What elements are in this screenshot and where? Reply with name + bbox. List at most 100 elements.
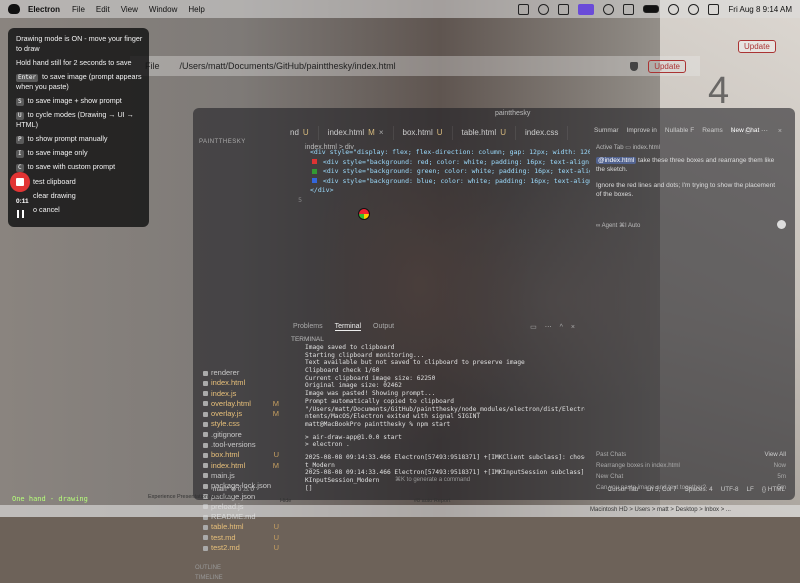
status-item[interactable]: Ln 5, Col 7 bbox=[646, 486, 676, 493]
apple-icon[interactable] bbox=[8, 4, 20, 14]
file-tree-item[interactable]: overlay.html M bbox=[193, 399, 283, 409]
file-icon bbox=[203, 370, 208, 376]
terminal-line: > air-draw-app@1.0.0 start bbox=[305, 433, 402, 441]
menubar-app-name[interactable]: Electron bbox=[28, 5, 60, 14]
menu-view[interactable]: View bbox=[121, 5, 138, 14]
code-line[interactable]: <div style="background: red; color: whit… bbox=[290, 158, 590, 168]
color-swatch-icon[interactable] bbox=[312, 159, 317, 164]
code-line[interactable]: <div style="display: flex; flex-directio… bbox=[290, 148, 590, 158]
file-status: M bbox=[272, 460, 279, 470]
file-tree-item[interactable]: table.html U bbox=[193, 522, 283, 532]
past-chat-item[interactable]: Rearrange boxes in index.html Now bbox=[596, 460, 786, 471]
file-name: overlay.html bbox=[211, 398, 251, 408]
file-tree-item[interactable]: style.css bbox=[193, 419, 283, 429]
status-icon[interactable] bbox=[538, 3, 550, 15]
code-line[interactable]: 5 bbox=[290, 196, 590, 206]
terminal-label: TERMINAL bbox=[291, 336, 324, 343]
tab-editor[interactable]: index.css bbox=[516, 126, 569, 140]
wifi-icon[interactable] bbox=[668, 3, 680, 15]
tab-output[interactable]: Output bbox=[373, 323, 394, 331]
menubar-clock[interactable]: Fri Aug 8 9:14 AM bbox=[728, 5, 792, 14]
stop-recording-button[interactable] bbox=[10, 172, 30, 192]
status-icon[interactable] bbox=[603, 3, 615, 15]
file-name: test.md bbox=[211, 532, 236, 542]
file-tree-item[interactable]: index.html bbox=[193, 378, 283, 388]
code-line[interactable]: <div style="background: green; color: wh… bbox=[290, 167, 590, 177]
tab-editor[interactable]: index.html M × bbox=[319, 126, 394, 140]
panel-controls[interactable]: ▭ ⋯ ^ × bbox=[530, 323, 578, 331]
file-status: U bbox=[273, 532, 279, 542]
chat-message[interactable]: @index.html take these three boxes and r… bbox=[596, 156, 781, 206]
file-tree-item[interactable]: renderer bbox=[193, 368, 283, 378]
file-tree-item[interactable]: test.md U bbox=[193, 533, 283, 543]
line-number: 5 bbox=[298, 195, 302, 204]
color-swatch-icon[interactable] bbox=[312, 168, 317, 174]
status-icon[interactable] bbox=[518, 3, 530, 15]
chat-tab[interactable]: Reams bbox=[702, 127, 723, 134]
chat-controls[interactable]: + ◷ ⋯ × bbox=[731, 127, 786, 135]
color-swatch-icon[interactable] bbox=[312, 178, 317, 183]
menu-file[interactable]: File bbox=[72, 5, 85, 14]
search-icon[interactable] bbox=[688, 3, 700, 15]
address-bar[interactable]: /Users/matt/Documents/GitHub/paintthesky… bbox=[180, 61, 396, 71]
status-icon[interactable] bbox=[623, 3, 635, 15]
status-bar: main* ⊗ 0 ⚠ 0 Cursor Tab Ln 5, Col 7 Spa… bbox=[193, 484, 795, 495]
chat-tab[interactable]: Nullable F bbox=[665, 127, 694, 134]
update-button[interactable]: Update bbox=[738, 40, 776, 53]
tab-terminal[interactable]: Terminal bbox=[334, 323, 362, 331]
update-button[interactable]: Update bbox=[648, 59, 686, 73]
send-icon[interactable] bbox=[777, 220, 786, 229]
status-item[interactable]: Spaces: 4 bbox=[685, 486, 713, 493]
pause-icon[interactable] bbox=[17, 210, 24, 218]
file-tree-item[interactable]: overlay.js M bbox=[193, 409, 283, 419]
status-item[interactable]: LF bbox=[747, 486, 754, 493]
code-line[interactable]: <div style="background: blue; color: whi… bbox=[290, 177, 590, 187]
tab-editor[interactable]: box.html U bbox=[394, 126, 453, 140]
tab-label: index.css bbox=[524, 128, 559, 137]
tab-status: U bbox=[436, 128, 443, 137]
file-tree-item[interactable]: index.js bbox=[193, 389, 283, 399]
past-chat-item[interactable]: New Chat 5m bbox=[596, 471, 786, 482]
file-tree-item[interactable]: .tool-versions bbox=[193, 440, 283, 450]
screen-recording-icon[interactable] bbox=[578, 3, 595, 15]
status-item[interactable]: UTF-8 bbox=[721, 486, 739, 493]
close-icon[interactable]: × bbox=[379, 128, 384, 137]
file-status: U bbox=[273, 450, 279, 460]
shield-icon[interactable] bbox=[630, 61, 639, 71]
status-item[interactable]: Cursor Tab bbox=[608, 486, 639, 493]
agent-mode-selector[interactable]: ∞ Agent ⌘I Auto bbox=[596, 222, 640, 229]
ide-titlebar: paintthesky bbox=[193, 108, 795, 120]
view-all-link[interactable]: View All bbox=[764, 449, 786, 460]
file-tree-item[interactable]: main.js bbox=[193, 471, 283, 481]
outline-header[interactable]: OUTLINE bbox=[193, 563, 223, 573]
status-item[interactable]: {} HTML bbox=[762, 486, 785, 493]
active-tab-chip[interactable]: Active Tab ▭ index.html bbox=[596, 144, 660, 151]
file-tree-item[interactable]: .gitignore bbox=[193, 430, 283, 440]
status-icon[interactable] bbox=[558, 3, 570, 15]
background-digit: 4 bbox=[708, 70, 730, 112]
terminal-output[interactable]: Image saved to clipboard Starting clipboa… bbox=[305, 344, 585, 492]
timeline-header[interactable]: TIMELINE bbox=[193, 573, 223, 583]
shortcut-c: C to save with custom prompt bbox=[16, 162, 116, 172]
tab-label: box.html bbox=[402, 128, 433, 137]
chat-tab[interactable]: Summar bbox=[594, 127, 619, 134]
tab-problems[interactable]: Problems bbox=[293, 323, 323, 331]
control-center-icon[interactable] bbox=[708, 3, 720, 15]
file-tree-item[interactable]: index.html M bbox=[193, 461, 283, 471]
chat-tab[interactable]: Improve in bbox=[627, 127, 657, 134]
file-tree-item[interactable]: test2.md U bbox=[193, 543, 283, 553]
file-status: U bbox=[273, 522, 279, 532]
file-mention[interactable]: @index.html bbox=[596, 157, 637, 164]
toggle-icon[interactable] bbox=[643, 5, 660, 13]
menu-help[interactable]: Help bbox=[188, 5, 204, 14]
code-editor[interactable]: <div style="display: flex; flex-directio… bbox=[290, 148, 590, 205]
tab-editor[interactable]: nd U bbox=[281, 126, 319, 140]
code-line[interactable]: </div> bbox=[290, 186, 590, 196]
menu-edit[interactable]: Edit bbox=[96, 5, 110, 14]
tab-editor[interactable]: table.html U bbox=[453, 126, 516, 140]
menu-window[interactable]: Window bbox=[149, 5, 177, 14]
branch-indicator[interactable]: main* ⊗ 0 ⚠ 0 bbox=[213, 486, 254, 493]
tab-label: index.html bbox=[327, 128, 365, 137]
file-status: M bbox=[272, 409, 279, 419]
file-tree-item[interactable]: box.html U bbox=[193, 450, 283, 460]
